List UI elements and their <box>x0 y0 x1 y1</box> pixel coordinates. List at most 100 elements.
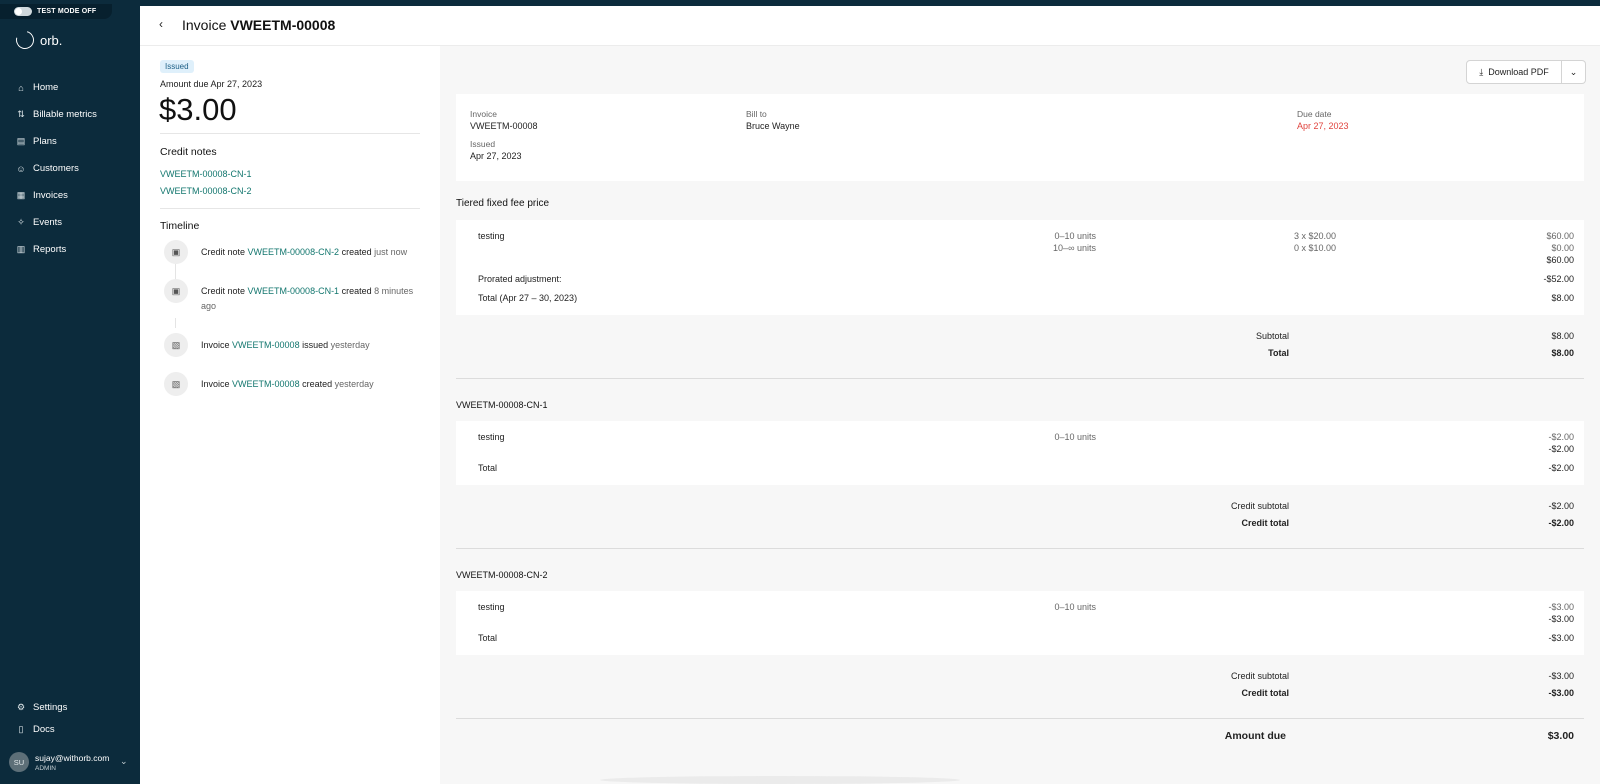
tier-units: 0–10 units <box>1054 432 1096 442</box>
user-menu[interactable]: SU sujay@withorb.com ADMIN ⌄ <box>9 752 128 772</box>
sidebar-item-home[interactable]: ⌂ Home <box>0 74 140 101</box>
issued-date: Apr 27, 2023 <box>470 151 522 161</box>
tier-units: 0–10 units <box>1054 602 1096 612</box>
chevron-down-icon[interactable]: ⌄ <box>120 756 128 767</box>
timeline-link[interactable]: VWEETM-00008 <box>232 340 300 350</box>
credit-note-link[interactable]: VWEETM-00008-CN-1 <box>456 400 548 410</box>
sidebar-item-label: Reports <box>33 244 67 255</box>
credit-note-icon: ▣ <box>164 240 188 264</box>
download-pdf-button[interactable]: ⤓ Download PDF <box>1466 60 1562 84</box>
tier-amount: -$3.00 <box>1548 602 1574 612</box>
credit-subtotal-label: Credit subtotal <box>1230 501 1289 511</box>
invoice-summary-panel: Issued Amount due Apr 27, 2023 $3.00 Cre… <box>140 46 440 784</box>
sidebar-item-label: Invoices <box>33 190 68 201</box>
book-icon: ▯ <box>18 723 24 734</box>
sort-icon: ⇅ <box>17 109 25 119</box>
timeline-link[interactable]: VWEETM-00008 <box>232 379 300 389</box>
scroll-shadow <box>600 776 960 784</box>
chevron-down-icon: ⌄ <box>1569 66 1578 77</box>
subtotal-label: Subtotal <box>1255 331 1289 341</box>
invoice-detail: ⤓ Download PDF ⌄ Invoice VWEETM-00008 Is… <box>440 46 1600 784</box>
tier-units: 0–10 units <box>1054 231 1096 241</box>
credit-note-icon: ▣ <box>164 279 188 303</box>
credit-grand-total-label: Credit total <box>1241 518 1289 528</box>
timeline-connector <box>175 318 176 328</box>
download-actions: ⤓ Download PDF ⌄ <box>1466 60 1586 84</box>
download-options-button[interactable]: ⌄ <box>1562 60 1586 84</box>
subtotal-value: $8.00 <box>1551 331 1574 341</box>
invoice-icon: ▦ <box>16 190 26 200</box>
credit-note-card: testing 0–10 units -$3.00 -$3.00 Total -… <box>456 591 1584 655</box>
sidebar-item-settings[interactable]: ⚙ Settings <box>0 696 140 718</box>
back-arrow-icon[interactable]: ‹ <box>159 17 163 31</box>
due-date-label: Due date <box>1297 109 1332 119</box>
prorated-value: -$52.00 <box>1543 274 1574 284</box>
credit-total-label: Total <box>478 463 498 473</box>
period-total-label: Total (Apr 27 – 30, 2023) <box>478 293 578 303</box>
sidebar-item-docs[interactable]: ▯ Docs <box>0 718 140 740</box>
timeline-text: Credit note VWEETM-00008-CN-1 created 8 … <box>201 286 414 311</box>
events-icon: ✧ <box>17 217 25 227</box>
download-pdf-label: Download PDF <box>1488 67 1549 77</box>
main-nav: ⌂ Home ⇅ Billable metrics ▤ Plans ☺ Customer… <box>0 74 140 263</box>
amount-due-label: Amount due Apr 27, 2023 <box>160 79 263 89</box>
download-icon: ⤓ <box>1479 66 1484 77</box>
price-section-title: Tiered fixed fee price <box>456 198 550 209</box>
bill-to-customer-link[interactable]: Bruce Wayne <box>746 121 800 131</box>
sidebar-item-reports[interactable]: ▥ Reports <box>0 236 140 263</box>
customers-icon: ☺ <box>16 163 26 174</box>
amount-due-value: $3.00 <box>1547 730 1574 742</box>
credit-subtotal-label: Credit subtotal <box>1230 671 1289 681</box>
toggle-switch[interactable] <box>14 7 32 16</box>
credit-note-link[interactable]: VWEETM-00008-CN-1 <box>160 169 252 179</box>
sidebar-item-invoices[interactable]: ▦ Invoices <box>0 182 140 209</box>
sidebar-item-events[interactable]: ✧ Events <box>0 209 140 236</box>
total-value: $8.00 <box>1551 348 1574 358</box>
logo-text: orb. <box>40 32 63 48</box>
credit-total-value: -$2.00 <box>1548 463 1574 473</box>
credit-note-link[interactable]: VWEETM-00008-CN-2 <box>160 186 252 196</box>
sidebar-item-billable-metrics[interactable]: ⇅ Billable metrics <box>0 101 140 128</box>
credit-subtotal-value: -$2.00 <box>1548 501 1574 511</box>
timeline-link[interactable]: VWEETM-00008-CN-2 <box>248 247 340 257</box>
user-email: sujay@withorb.com <box>35 752 110 763</box>
sidebar-item-customers[interactable]: ☺ Customers <box>0 155 140 182</box>
line-item-total: -$2.00 <box>1548 444 1574 454</box>
credit-total-label: Total <box>478 633 498 643</box>
avatar: SU <box>9 752 29 772</box>
plans-icon: ▤ <box>16 136 26 146</box>
invoice-label: Invoice <box>470 109 497 119</box>
sidebar: TEST MODE OFF orb. ⌂ Home ⇅ Billable metri… <box>0 0 140 784</box>
total-label: Total <box>1268 348 1289 358</box>
prorated-label: Prorated adjustment: <box>478 274 562 284</box>
test-mode-toggle[interactable]: TEST MODE OFF <box>0 4 112 19</box>
timeline-title: Timeline <box>160 220 200 232</box>
invoice-details-card: Invoice VWEETM-00008 Issued Apr 27, 2023… <box>456 94 1584 181</box>
credit-note-card: testing 0–10 units -$2.00 -$2.00 Total -… <box>456 421 1584 485</box>
line-item-total: -$3.00 <box>1548 614 1574 624</box>
bill-to-label: Bill to <box>746 109 767 119</box>
timeline-text: Invoice VWEETM-00008 issued yesterday <box>201 340 370 350</box>
home-icon: ⌂ <box>18 82 24 93</box>
sidebar-item-plans[interactable]: ▤ Plans <box>0 128 140 155</box>
timeline-text: Credit note VWEETM-00008-CN-2 created ju… <box>201 247 408 257</box>
credit-grand-total-value: -$2.00 <box>1548 518 1574 528</box>
timeline-link[interactable]: VWEETM-00008-CN-1 <box>248 286 340 296</box>
tier-amount: $60.00 <box>1546 231 1574 241</box>
credit-note-link[interactable]: VWEETM-00008-CN-2 <box>456 570 548 580</box>
amount-due-value: $3.00 <box>159 92 237 127</box>
logo[interactable]: orb. <box>12 27 63 53</box>
sidebar-item-label: Plans <box>33 136 57 147</box>
sidebar-item-label: Docs <box>33 723 55 735</box>
receipt-icon: ▧ <box>164 333 188 357</box>
timeline-text: Invoice VWEETM-00008 created yesterday <box>201 379 374 389</box>
sidebar-item-label: Events <box>33 217 63 228</box>
line-item-name: testing <box>478 432 505 442</box>
receipt-icon: ▧ <box>164 372 188 396</box>
sidebar-item-label: Settings <box>33 701 68 713</box>
tier-amount: -$2.00 <box>1548 432 1574 442</box>
divider <box>160 133 420 134</box>
line-item-name: testing <box>478 231 505 241</box>
title-invoice-id: VWEETM-00008 <box>230 17 336 33</box>
period-total-value: $8.00 <box>1551 293 1574 303</box>
